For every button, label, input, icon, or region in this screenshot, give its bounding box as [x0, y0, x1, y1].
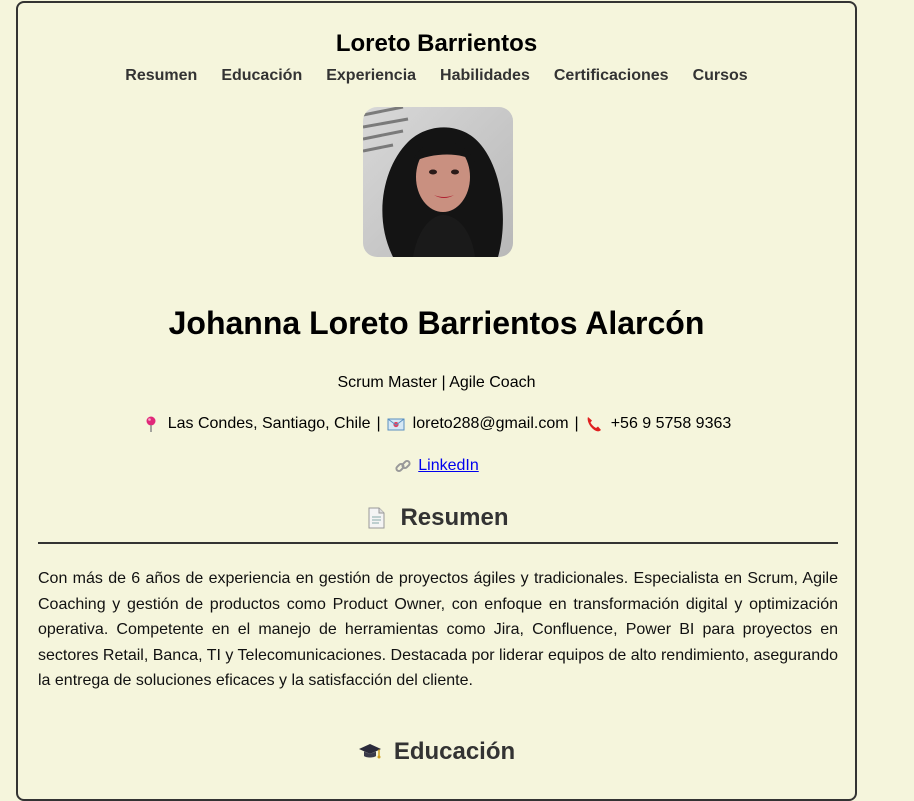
graduation-cap-icon [358, 740, 382, 764]
linkedin-row: LinkedIn [18, 456, 855, 476]
pin-icon [142, 415, 160, 433]
envelope-icon [387, 415, 405, 433]
main-nav: Resumen Educación Experiencia Habilidade… [18, 66, 855, 86]
profile-photo [363, 107, 513, 257]
separator: | [574, 415, 579, 432]
cv-card: Loreto Barrientos Resumen Educación Expe… [16, 1, 857, 801]
educacion-heading: Educación [393, 738, 516, 765]
document-icon [364, 506, 388, 530]
nav-link-educacion[interactable]: Educación [209, 66, 314, 86]
email-text[interactable]: loreto288@gmail.com [413, 414, 569, 434]
nav-link-cursos[interactable]: Cursos [681, 66, 760, 86]
nav-link-experiencia[interactable]: Experiencia [314, 66, 428, 86]
contact-line: Las Condes, Santiago, Chile | loreto288@… [18, 414, 855, 434]
link-icon [394, 457, 412, 475]
section-title-resumen: Resumen [18, 504, 855, 532]
separator: | [376, 415, 381, 432]
job-role: Scrum Master | Agile Coach [337, 374, 536, 391]
nav-link-certificaciones[interactable]: Certificaciones [542, 66, 681, 86]
resumen-heading: Resumen [400, 504, 509, 531]
linkedin-link[interactable]: LinkedIn [418, 456, 479, 476]
section-title-educacion: Educación [18, 738, 855, 766]
nav-link-resumen[interactable]: Resumen [113, 66, 209, 86]
section-divider [38, 542, 838, 544]
full-name: Johanna Loreto Barrientos Alarcón [168, 305, 705, 341]
location-text: Las Condes, Santiago, Chile [167, 415, 371, 432]
phone-icon [585, 415, 603, 433]
site-title: Loreto Barrientos [335, 30, 538, 57]
summary-text: Con más de 6 años de experiencia en gest… [38, 570, 838, 689]
phone-text[interactable]: +56 9 5758 9363 [611, 414, 732, 434]
nav-link-habilidades[interactable]: Habilidades [428, 66, 542, 86]
